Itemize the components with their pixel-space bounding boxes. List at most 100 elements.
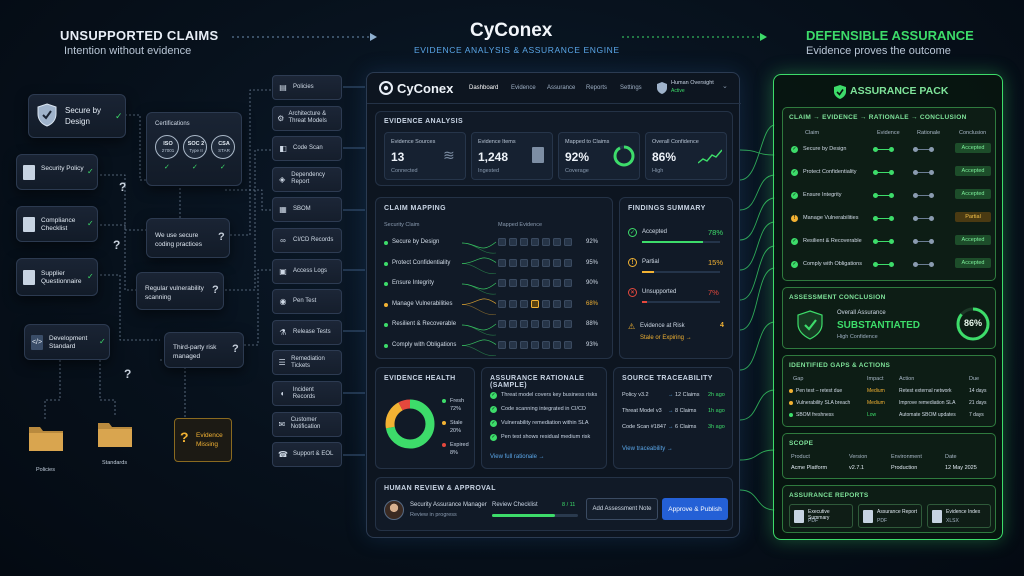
chevron-down-icon[interactable]: ⌄ — [722, 82, 728, 90]
link-node — [873, 239, 878, 244]
evidence-chip[interactable] — [531, 340, 539, 349]
conclusion-value: SUBSTANTIATED — [837, 320, 920, 331]
source-item-pen-test[interactable]: ◉ Pen Test — [272, 289, 342, 315]
evidence-chip[interactable] — [509, 258, 517, 267]
pack-col-header: Claim — [805, 130, 820, 136]
tab-settings[interactable]: Settings — [620, 85, 642, 91]
evidence-chip[interactable] — [531, 320, 539, 328]
evidence-chip[interactable] — [531, 279, 539, 287]
evidence-missing-card: ? Evidence Missing — [174, 418, 232, 462]
finding-bar-fill — [642, 271, 654, 273]
document-label: Supplier Questionnaire — [41, 270, 82, 285]
evidence-chip[interactable] — [509, 340, 517, 349]
gap-due: 21 days — [969, 400, 987, 406]
source-item-policies[interactable]: ▤ Policies — [272, 75, 342, 100]
link-node — [913, 193, 918, 198]
legend-value: 20% — [450, 428, 462, 434]
evidence-chip[interactable] — [564, 258, 572, 267]
evidence-chip[interactable] — [520, 258, 528, 267]
evidence-chip[interactable] — [564, 340, 572, 349]
trace-claims: 12 Claims — [675, 392, 700, 398]
file-icon — [794, 510, 804, 523]
tab-dashboard[interactable]: Dashboard — [469, 85, 498, 91]
tab-reports[interactable]: Reports — [586, 85, 607, 91]
evidence-chip[interactable] — [520, 238, 528, 246]
evidence-chip[interactable] — [564, 238, 572, 246]
report-evidence-index[interactable]: Evidence Index XLSX — [927, 504, 991, 528]
evidence-chip[interactable] — [498, 238, 506, 246]
evidence-chip[interactable] — [520, 320, 528, 328]
source-item-architecture-threat-models[interactable]: ⚙ Architecture & Threat Models — [272, 105, 342, 131]
evidence-chip[interactable] — [542, 320, 550, 328]
evidence-chip[interactable] — [520, 340, 528, 349]
certifications-card: Certifications ISO 27001 ✓ SOC 2 Type II ✓ CSA… — [146, 112, 242, 186]
stat-label: Overall Confidence — [652, 139, 699, 145]
mapping-line — [461, 283, 497, 295]
evidence-chip[interactable] — [531, 258, 539, 267]
tab-evidence[interactable]: Evidence — [511, 85, 536, 91]
report-name: Assurance Report — [877, 509, 918, 515]
source-item-remediation-tickets[interactable]: ☰ Remediation Tickets — [272, 350, 342, 376]
full-rationale-link[interactable]: View full rationale → — [490, 454, 545, 460]
left-subtitle: Intention without evidence — [64, 45, 192, 57]
evidence-chip[interactable] — [509, 320, 517, 328]
source-label: CI/CD Records — [293, 237, 334, 243]
arrow-right-icon: → — [668, 408, 674, 414]
source-item-sbom[interactable]: ▦ SBOM — [272, 197, 342, 223]
traceability-link[interactable]: View traceability → — [622, 446, 673, 452]
source-item-dependency-report[interactable]: ◈ Dependency Report — [272, 166, 342, 192]
evidence-chip[interactable] — [564, 320, 572, 328]
report-assurance-report[interactable]: Assurance Report PDF — [858, 504, 922, 528]
evidence-chip[interactable] — [498, 258, 506, 267]
tab-assurance[interactable]: Assurance — [547, 85, 575, 91]
document-icon — [532, 147, 544, 163]
conclusion-pct: 86% — [963, 318, 982, 328]
evidence-chip[interactable] — [498, 340, 506, 349]
source-item-incident-records[interactable]: ◐ Incident Records — [272, 381, 342, 406]
evidence-chip[interactable] — [520, 299, 528, 308]
stat-card: Evidence Items 1,248 Ingested — [471, 132, 553, 180]
evidence-chip[interactable] — [509, 279, 517, 287]
evidence-chip[interactable] — [498, 320, 506, 328]
source-item-support-eol[interactable]: ☎ Support & EOL — [272, 442, 342, 468]
evidence-chip[interactable] — [520, 279, 528, 287]
evidence-chip[interactable] — [553, 340, 561, 349]
evidence-chip[interactable] — [542, 340, 550, 349]
conclusion-badge: Accepted — [955, 189, 991, 199]
status-dot — [384, 241, 388, 245]
evidence-chip[interactable] — [553, 279, 561, 287]
evidence-chip[interactable] — [509, 238, 517, 246]
evidence-chip[interactable] — [553, 320, 561, 328]
claim-text: We use secure coding practices — [155, 232, 202, 248]
evidence-chip[interactable] — [553, 299, 561, 308]
source-item-access-logs[interactable]: ▣ Access Logs — [272, 258, 342, 284]
at-risk-link[interactable]: Stale or Expiring → — [640, 335, 692, 341]
stat-label: Mapped to Claims — [565, 139, 610, 145]
source-item-customer-notification[interactable]: ✉ Customer Notification — [272, 411, 342, 437]
evidence-chip[interactable] — [498, 299, 506, 308]
document-icon — [23, 217, 35, 232]
approve-publish-button[interactable]: Approve & Publish — [662, 498, 728, 520]
source-item-release-tests[interactable]: ⚗ Release Tests — [272, 319, 342, 345]
evidence-chip[interactable] — [498, 279, 506, 287]
evidence-chip[interactable] — [531, 299, 539, 308]
evidence-chip[interactable] — [542, 258, 550, 267]
add-note-button[interactable]: Add Assessment Note — [586, 498, 658, 520]
evidence-chip[interactable] — [542, 299, 550, 308]
report-executive-summary[interactable]: Executive Summary PDF — [789, 504, 853, 528]
evidence-chip[interactable] — [564, 299, 572, 308]
evidence-chip[interactable] — [564, 279, 572, 287]
evidence-chip[interactable] — [553, 258, 561, 267]
stat-sub: Connected — [391, 168, 418, 174]
check-circle-icon: ✓ — [791, 261, 798, 268]
source-item-ci-cd-records[interactable]: ∞ CI/CD Records — [272, 228, 342, 253]
question-mark-icon: ? — [119, 180, 127, 194]
link-node — [889, 216, 894, 221]
evidence-chip[interactable] — [542, 238, 550, 246]
source-item-code-scan[interactable]: ◧ Code Scan — [272, 136, 342, 162]
evidence-chip[interactable] — [531, 238, 539, 246]
evidence-chip[interactable] — [509, 299, 517, 308]
evidence-chip[interactable] — [542, 279, 550, 287]
evidence-chip[interactable] — [553, 238, 561, 246]
scope-label: Environment — [891, 454, 922, 460]
